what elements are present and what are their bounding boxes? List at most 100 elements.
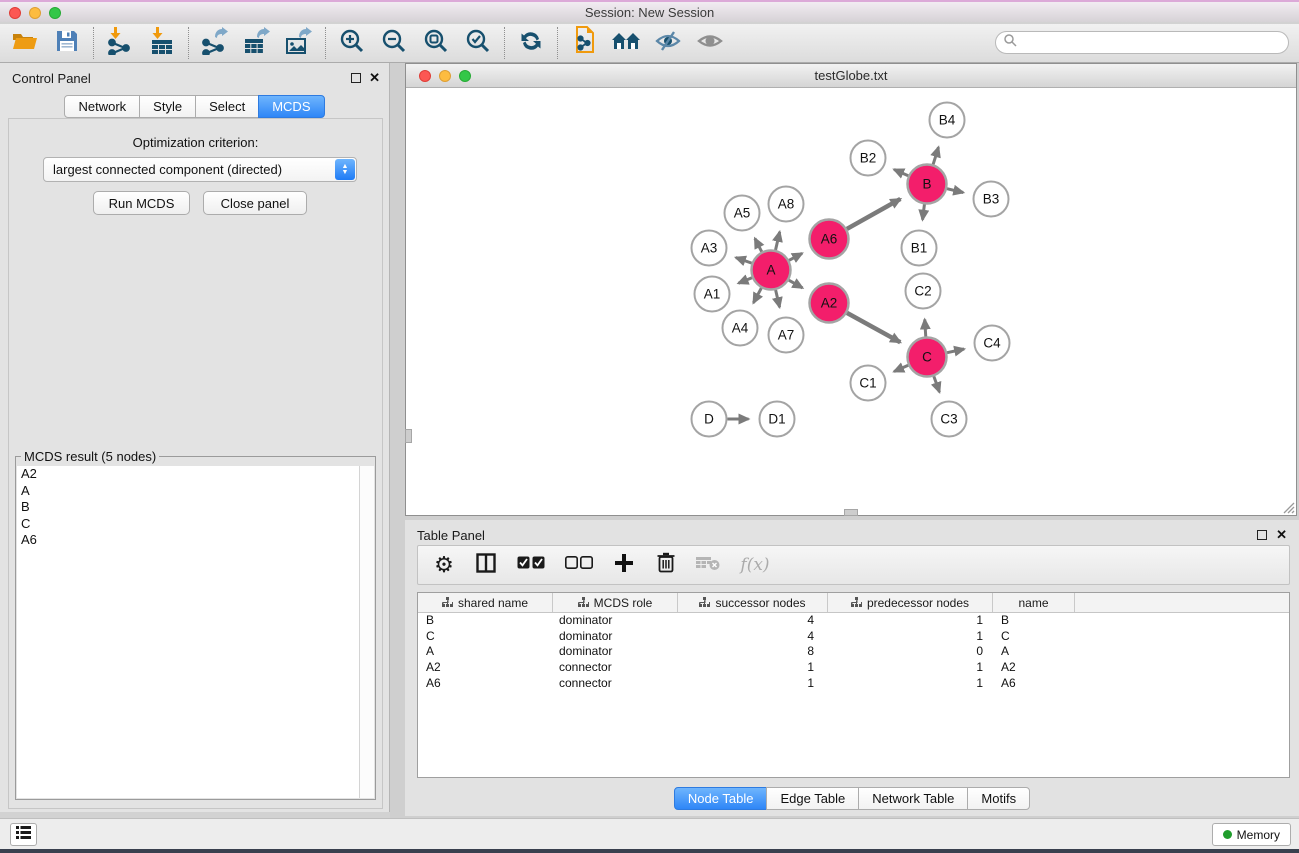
- graph-node-A8[interactable]: A8: [769, 187, 804, 222]
- cell[interactable]: connector: [553, 660, 678, 676]
- graph-edge-A-A4[interactable]: [753, 288, 761, 303]
- graph-edge-A-A2[interactable]: [789, 280, 803, 288]
- graph-node-A2[interactable]: A2: [810, 284, 849, 323]
- task-history-button[interactable]: [10, 823, 37, 846]
- tab-style[interactable]: Style: [139, 95, 196, 118]
- search-input[interactable]: [1021, 34, 1288, 52]
- network-canvas[interactable]: B4B2BB3A8A5A6A3B1AA1C2A2A4A7C4CC1C3DD1: [406, 89, 1296, 515]
- create-column-button[interactable]: [612, 553, 636, 577]
- import-network-button[interactable]: [99, 26, 141, 60]
- graph-node-A1[interactable]: A1: [695, 277, 730, 312]
- graph-edge-C-C2[interactable]: [925, 319, 926, 336]
- graph-node-C3[interactable]: C3: [932, 402, 967, 437]
- result-item[interactable]: A6: [17, 532, 359, 549]
- zoom-out-button[interactable]: [373, 26, 415, 60]
- graph-node-A4[interactable]: A4: [723, 311, 758, 346]
- graph-edge-A-A7[interactable]: [776, 290, 780, 307]
- network-close-icon[interactable]: [419, 70, 431, 82]
- graph-node-B2[interactable]: B2: [851, 141, 886, 176]
- graph-node-C2[interactable]: C2: [906, 274, 941, 309]
- graph-edge-B-B1[interactable]: [923, 204, 925, 219]
- cell[interactable]: A2: [418, 660, 553, 676]
- cell[interactable]: 1: [678, 660, 828, 676]
- graph-node-B4[interactable]: B4: [930, 103, 965, 138]
- cell[interactable]: C: [993, 629, 1075, 645]
- criterion-dropdown[interactable]: largest connected component (directed) ▲…: [43, 157, 357, 182]
- cell[interactable]: 4: [678, 629, 828, 645]
- cell[interactable]: C: [418, 629, 553, 645]
- zoom-fit-button[interactable]: [415, 26, 457, 60]
- tab-edge-table[interactable]: Edge Table: [766, 787, 859, 810]
- graph-node-D[interactable]: D: [692, 402, 727, 437]
- cell[interactable]: connector: [553, 676, 678, 692]
- column-header-successor-nodes[interactable]: successor nodes: [678, 593, 828, 612]
- tab-network[interactable]: Network: [64, 95, 140, 118]
- zoom-in-button[interactable]: [331, 26, 373, 60]
- table-row[interactable]: Bdominator41B: [418, 613, 1289, 629]
- tab-select[interactable]: Select: [195, 95, 259, 118]
- close-table-panel-icon[interactable]: ✕: [1276, 527, 1287, 543]
- vertical-scroll-hint[interactable]: [405, 429, 412, 443]
- deselect-all-button[interactable]: [564, 553, 594, 577]
- graph-edge-C-C3[interactable]: [934, 376, 940, 392]
- cell[interactable]: 0: [828, 644, 993, 660]
- cell[interactable]: dominator: [553, 613, 678, 629]
- graph-node-A3[interactable]: A3: [692, 231, 727, 266]
- graph-node-B3[interactable]: B3: [974, 182, 1009, 217]
- select-all-button[interactable]: [516, 553, 546, 577]
- graph-node-A6[interactable]: A6: [810, 220, 849, 259]
- run-mcds-button[interactable]: Run MCDS: [93, 191, 190, 215]
- result-item[interactable]: C: [17, 516, 359, 533]
- cell[interactable]: dominator: [553, 644, 678, 660]
- graph-edge-A-A6[interactable]: [789, 253, 802, 260]
- graph-edge-A-A8[interactable]: [776, 232, 780, 250]
- cell[interactable]: 1: [678, 676, 828, 692]
- graph-node-D1[interactable]: D1: [760, 402, 795, 437]
- import-table-button[interactable]: [141, 26, 183, 60]
- graph-node-A[interactable]: A: [752, 251, 791, 290]
- graph-edge-B-B4[interactable]: [933, 147, 938, 164]
- column-header-predecessor-nodes[interactable]: predecessor nodes: [828, 593, 993, 612]
- function-builder-button[interactable]: f(x): [738, 553, 772, 577]
- table-row[interactable]: A2connector11A2: [418, 660, 1289, 676]
- result-item[interactable]: A2: [17, 466, 359, 483]
- tab-mcds[interactable]: MCDS: [258, 95, 324, 118]
- horizontal-scroll-hint[interactable]: [844, 509, 858, 516]
- cell[interactable]: B: [418, 613, 553, 629]
- graph-edge-A-A3[interactable]: [736, 258, 752, 264]
- new-network-from-file-button[interactable]: [563, 26, 605, 60]
- graph-edge-A2-C[interactable]: [847, 313, 900, 342]
- graph-node-A5[interactable]: A5: [725, 196, 760, 231]
- export-image-button[interactable]: [278, 26, 320, 60]
- home-networks-button[interactable]: [605, 26, 647, 60]
- network-zoom-icon[interactable]: [459, 70, 471, 82]
- cell[interactable]: dominator: [553, 629, 678, 645]
- tab-motifs[interactable]: Motifs: [967, 787, 1030, 810]
- graph-edge-C-C1[interactable]: [894, 365, 908, 371]
- hide-selected-button[interactable]: [647, 26, 689, 60]
- graph-node-B[interactable]: B: [908, 165, 947, 204]
- table-row[interactable]: Adominator80A: [418, 644, 1289, 660]
- result-item[interactable]: B: [17, 499, 359, 516]
- minimize-window-icon[interactable]: [29, 7, 41, 19]
- table-row[interactable]: A6connector11A6: [418, 676, 1289, 692]
- cell[interactable]: 1: [828, 676, 993, 692]
- graph-node-C1[interactable]: C1: [851, 366, 886, 401]
- cell[interactable]: 1: [828, 629, 993, 645]
- result-item[interactable]: A: [17, 483, 359, 500]
- export-network-button[interactable]: [194, 26, 236, 60]
- cell[interactable]: A2: [993, 660, 1075, 676]
- tab-network-table[interactable]: Network Table: [858, 787, 968, 810]
- float-table-panel-icon[interactable]: [1257, 530, 1267, 540]
- network-minimize-icon[interactable]: [439, 70, 451, 82]
- result-scrollbar[interactable]: [359, 466, 374, 798]
- graph-edge-A-A5[interactable]: [755, 238, 762, 251]
- float-panel-icon[interactable]: [351, 73, 361, 83]
- cell[interactable]: 1: [828, 660, 993, 676]
- open-session-button[interactable]: [4, 26, 46, 60]
- memory-button[interactable]: Memory: [1212, 823, 1291, 846]
- tab-node-table[interactable]: Node Table: [674, 787, 768, 810]
- column-header-name[interactable]: name: [993, 593, 1075, 612]
- cell[interactable]: B: [993, 613, 1075, 629]
- show-columns-button[interactable]: [474, 553, 498, 577]
